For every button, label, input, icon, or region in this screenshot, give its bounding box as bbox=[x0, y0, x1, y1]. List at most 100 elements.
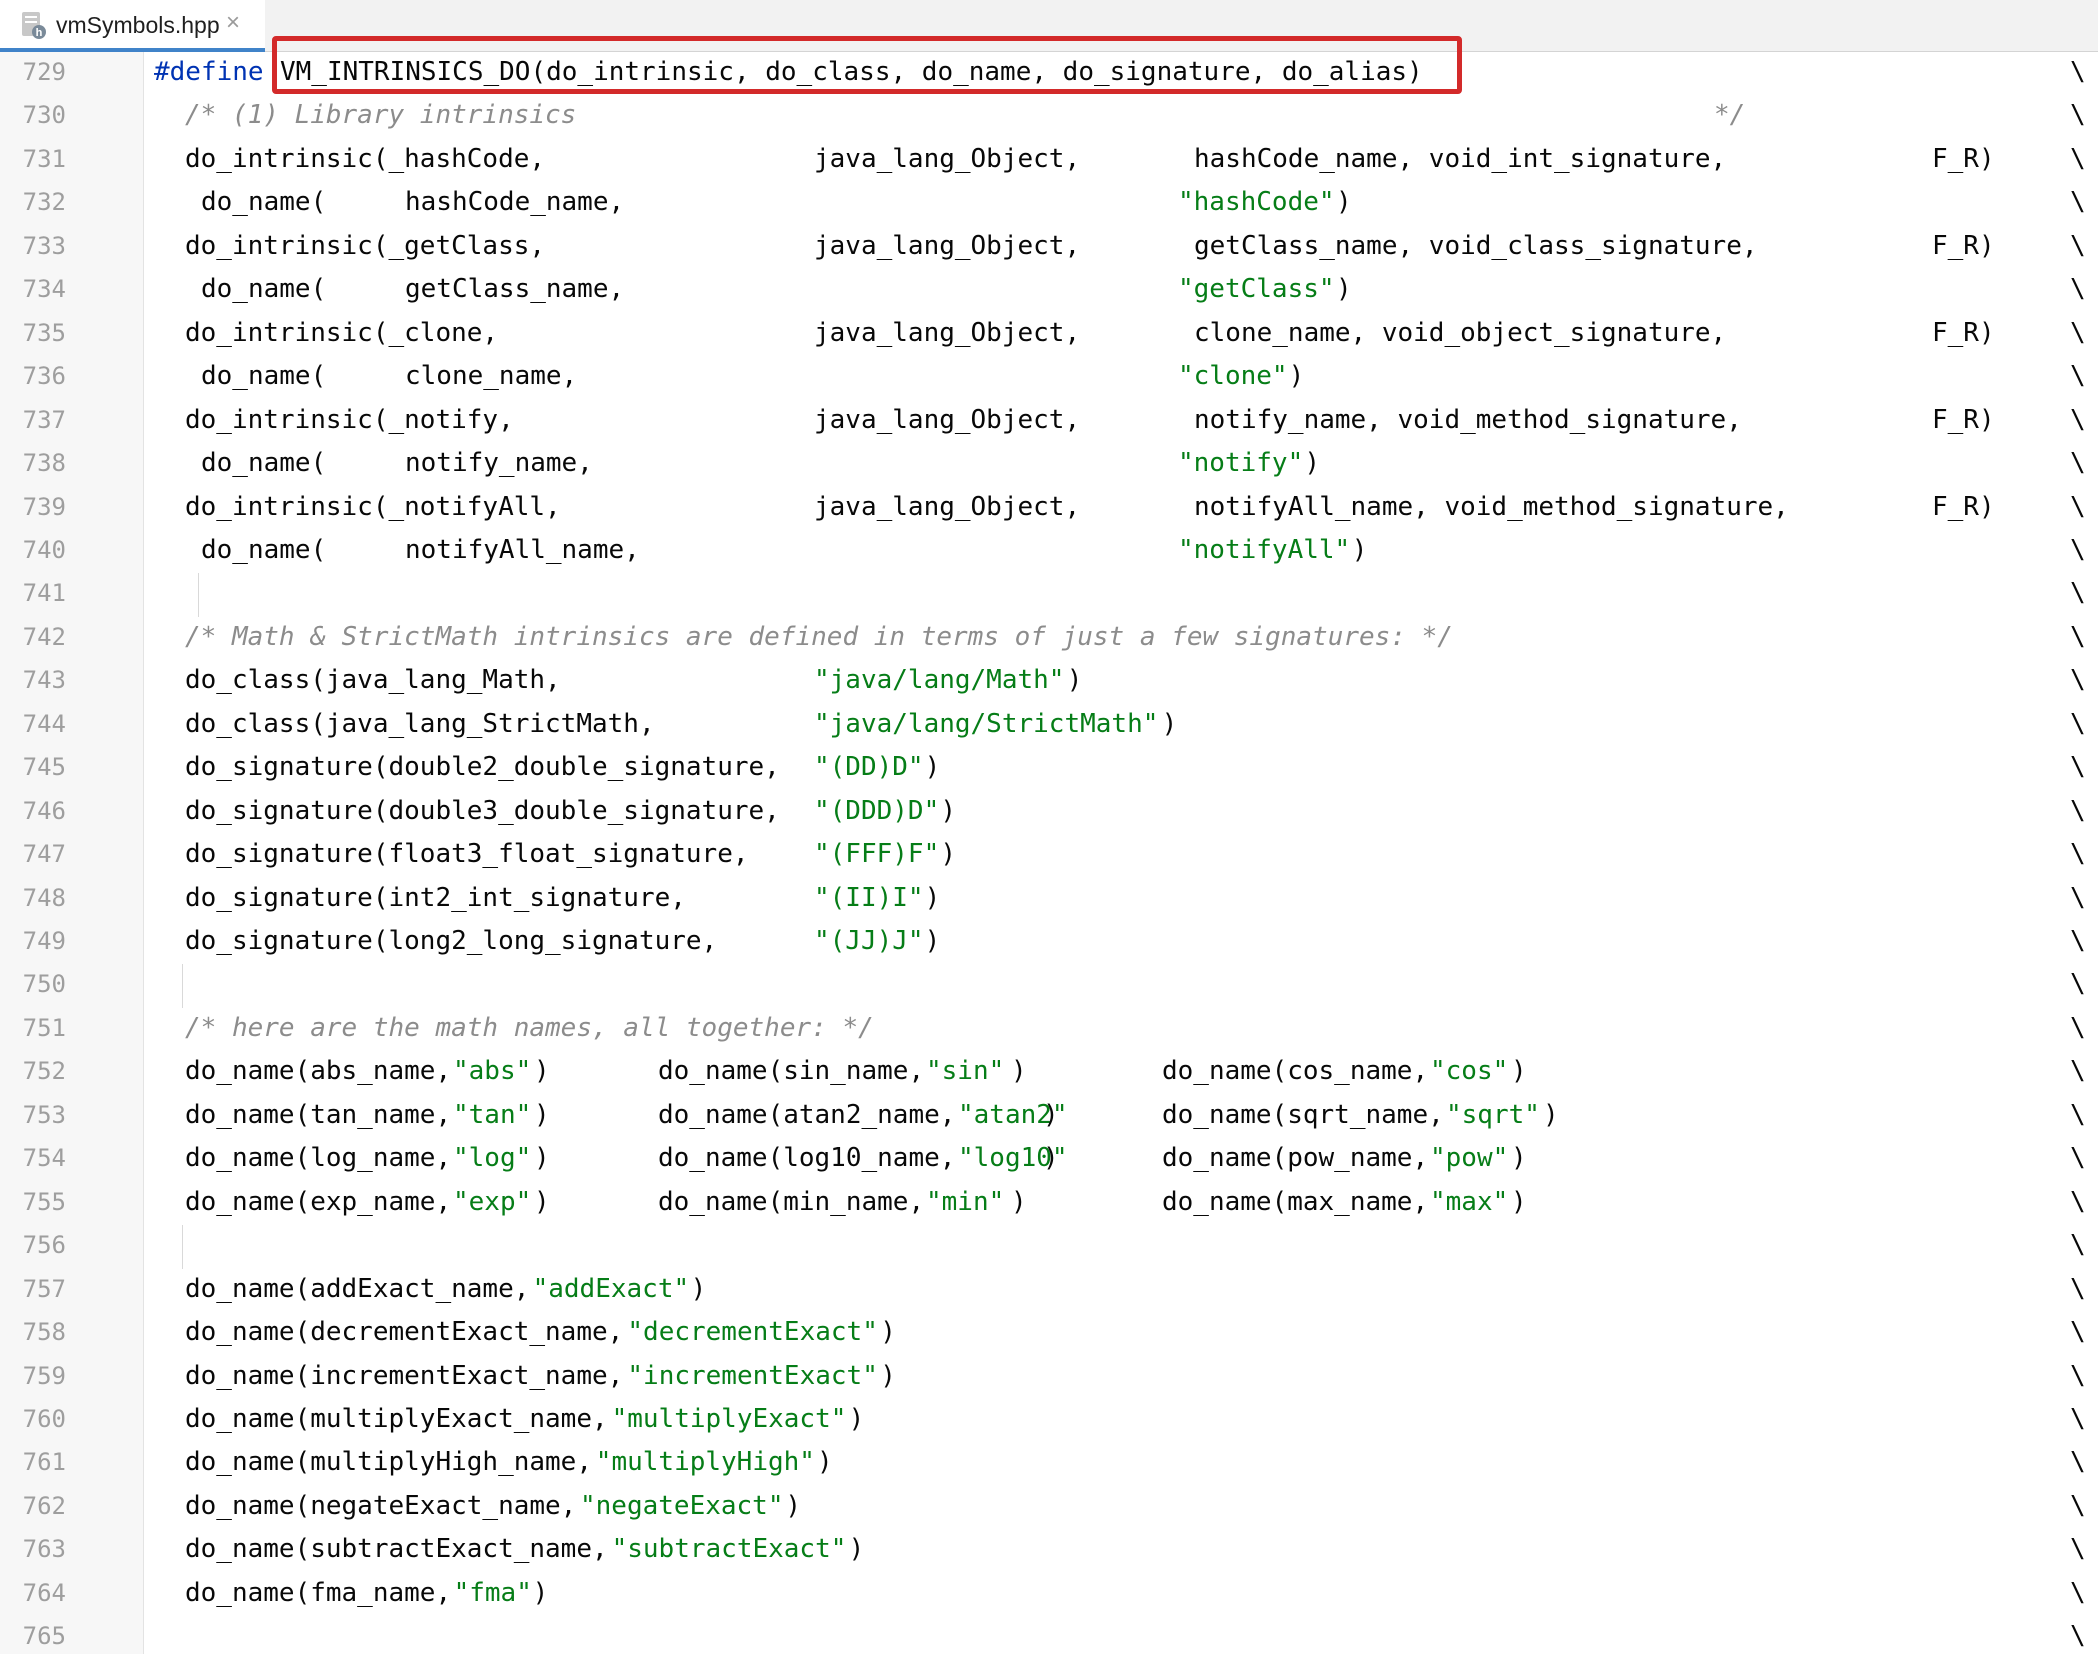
code-token: ) bbox=[1304, 448, 1321, 479]
code-line[interactable]: 747 do_signature(float3_float_signature, "… bbox=[0, 834, 2098, 878]
code-line[interactable]: 740 do_name(notifyAll_name, "notifyAll") \ bbox=[0, 530, 2098, 574]
code-line[interactable]: 736 do_name(clone_name, "clone") \ bbox=[0, 356, 2098, 400]
line-number[interactable]: 759 bbox=[0, 1362, 66, 1390]
code-line[interactable]: 760 do_name(multiplyExact_name, "multiplyE… bbox=[0, 1399, 2098, 1443]
line-number[interactable]: 762 bbox=[0, 1492, 66, 1520]
code-line[interactable]: 752 do_name(abs_name, "abs") do_name(sin_na… bbox=[0, 1051, 2098, 1095]
code-line[interactable]: 735 do_intrinsic(_clone, java_lang_Object,… bbox=[0, 313, 2098, 357]
line-number[interactable]: 732 bbox=[0, 188, 66, 216]
editor-window: h vmSymbols.hpp × 729 #define VM_INTRINSIC… bbox=[0, 0, 2098, 1654]
code-line[interactable]: 757 do_name(addExact_name, "addExact") \ bbox=[0, 1269, 2098, 1313]
code-line[interactable]: 738 do_name(notify_name, "notify") \ bbox=[0, 443, 2098, 487]
line-number[interactable]: 753 bbox=[0, 1101, 66, 1129]
string-literal: "sin" bbox=[926, 1056, 1005, 1087]
code-line[interactable]: 746 do_signature(double3_double_signature… bbox=[0, 791, 2098, 835]
indent-guide bbox=[198, 573, 199, 618]
code-token: ) bbox=[534, 1099, 550, 1130]
code-token: ) bbox=[785, 1490, 802, 1521]
code-line[interactable]: 751 /* here are the math names, all toget… bbox=[0, 1008, 2098, 1052]
line-continuation: \ bbox=[2070, 1534, 2086, 1565]
code-token: ) bbox=[848, 1534, 865, 1565]
line-number[interactable]: 741 bbox=[0, 579, 66, 607]
line-number[interactable]: 760 bbox=[0, 1405, 66, 1433]
line-number[interactable]: 758 bbox=[0, 1318, 66, 1346]
code-line[interactable]: 737 do_intrinsic(_notify, java_lang_Object… bbox=[0, 400, 2098, 444]
code-line[interactable]: 734 do_name(getClass_name, "getClass") \ bbox=[0, 269, 2098, 313]
close-icon[interactable]: × bbox=[226, 9, 240, 37]
string-literal: "fma" bbox=[453, 1577, 532, 1608]
line-continuation: \ bbox=[2070, 448, 2086, 479]
line-number[interactable]: 755 bbox=[0, 1188, 66, 1216]
line-number[interactable]: 745 bbox=[0, 753, 66, 781]
line-continuation: \ bbox=[2070, 969, 2086, 1000]
line-number[interactable]: 763 bbox=[0, 1535, 66, 1563]
line-number[interactable]: 737 bbox=[0, 406, 66, 434]
code-line[interactable]: 763 do_name(subtractExact_name, "subtractE… bbox=[0, 1529, 2098, 1573]
code-line[interactable]: 756 \ bbox=[0, 1225, 2098, 1270]
code-token: do_name(max_name, bbox=[1162, 1186, 1429, 1217]
line-number[interactable]: 746 bbox=[0, 797, 66, 825]
line-number[interactable]: 747 bbox=[0, 840, 66, 868]
line-number[interactable]: 743 bbox=[0, 666, 66, 694]
code-line[interactable]: 749 do_signature(long2_long_signature, "(J… bbox=[0, 921, 2098, 965]
line-number[interactable]: 744 bbox=[0, 710, 66, 738]
code-line[interactable]: 744 do_class(java_lang_StrictMath, "java/l… bbox=[0, 704, 2098, 748]
line-number[interactable]: 735 bbox=[0, 319, 66, 347]
code-line[interactable]: 742 /* Math & StrictMath intrinsics are d… bbox=[0, 617, 2098, 661]
code-line[interactable]: 741 \ bbox=[0, 573, 2098, 618]
code-line[interactable]: 730 /* (1) Library intrinsics */ \ bbox=[0, 95, 2098, 139]
code-line[interactable]: 739 do_intrinsic(_notifyAll, java_lang_Obj… bbox=[0, 487, 2098, 531]
line-number[interactable]: 749 bbox=[0, 927, 66, 955]
header-file-icon: h bbox=[20, 10, 48, 40]
code-editor[interactable]: 729 #define VM_INTRINSICS_DO(do_intrinsic,… bbox=[0, 52, 2098, 1654]
line-number[interactable]: 756 bbox=[0, 1231, 66, 1259]
code-line[interactable]: 743 do_class(java_lang_Math, "java/lang/Ma… bbox=[0, 660, 2098, 704]
line-number[interactable]: 734 bbox=[0, 275, 66, 303]
code-line[interactable]: 748 do_signature(int2_int_signature, "(II)… bbox=[0, 878, 2098, 922]
line-number[interactable]: 731 bbox=[0, 145, 66, 173]
code-line[interactable]: 765 \ bbox=[0, 1616, 2098, 1654]
line-number[interactable]: 754 bbox=[0, 1144, 66, 1172]
code-line[interactable]: 750 \ bbox=[0, 964, 2098, 1009]
code-token: do_signature(int2_int_signature, bbox=[185, 882, 686, 913]
line-number[interactable]: 738 bbox=[0, 449, 66, 477]
code-line[interactable]: 732 do_name(hashCode_name, "hashCode") \ bbox=[0, 182, 2098, 226]
string-literal: "subtractExact" bbox=[611, 1534, 847, 1565]
code-token: ) bbox=[924, 882, 941, 913]
code-line[interactable]: 754 do_name(log_name, "log") do_name(log10_… bbox=[0, 1138, 2098, 1182]
line-number[interactable]: 748 bbox=[0, 884, 66, 912]
code-line[interactable]: 733 do_intrinsic(_getClass, java_lang_Obje… bbox=[0, 226, 2098, 270]
line-number[interactable]: 765 bbox=[0, 1622, 66, 1650]
line-number[interactable]: 761 bbox=[0, 1448, 66, 1476]
code-line[interactable]: 755 do_name(exp_name, "exp") do_name(min_na… bbox=[0, 1182, 2098, 1226]
code-token: ) bbox=[534, 1186, 550, 1217]
line-number[interactable]: 740 bbox=[0, 536, 66, 564]
line-continuation: \ bbox=[2070, 100, 2086, 131]
line-number[interactable]: 742 bbox=[0, 623, 66, 651]
line-number[interactable]: 733 bbox=[0, 232, 66, 260]
code-line[interactable]: 753 do_name(tan_name, "tan") do_name(atan2_… bbox=[0, 1095, 2098, 1139]
tab-vmsymbols[interactable]: h vmSymbols.hpp × bbox=[0, 0, 265, 52]
code-line[interactable]: 761 do_name(multiplyHigh_name, "multiplyHi… bbox=[0, 1442, 2098, 1486]
line-number[interactable]: 729 bbox=[0, 58, 66, 86]
line-number[interactable]: 764 bbox=[0, 1579, 66, 1607]
code-line[interactable]: 764 do_name(fma_name, "fma") \ bbox=[0, 1573, 2098, 1617]
code-line[interactable]: 759 do_name(incrementExact_name, "incremen… bbox=[0, 1356, 2098, 1400]
line-continuation: \ bbox=[2070, 926, 2086, 956]
line-number[interactable]: 751 bbox=[0, 1014, 66, 1042]
line-number[interactable]: 750 bbox=[0, 970, 66, 998]
code-token: ) bbox=[1336, 187, 1352, 218]
line-continuation: \ bbox=[2070, 1056, 2086, 1087]
line-number[interactable]: 730 bbox=[0, 101, 66, 129]
code-line[interactable]: 731 do_intrinsic(_hashCode, java_lang_Obje… bbox=[0, 139, 2098, 183]
code-line[interactable]: 762 do_name(negateExact_name, "negateExact… bbox=[0, 1486, 2098, 1530]
line-number[interactable]: 739 bbox=[0, 493, 66, 521]
code-line[interactable]: 745 do_signature(double2_double_signature… bbox=[0, 747, 2098, 791]
code-line[interactable]: 758 do_name(decrementExact_name, "decremen… bbox=[0, 1312, 2098, 1356]
line-number[interactable]: 736 bbox=[0, 362, 66, 390]
code-token: getClass_name, bbox=[405, 274, 625, 305]
line-number[interactable]: 752 bbox=[0, 1057, 66, 1085]
code-token: do_intrinsic(_notifyAll, bbox=[185, 491, 561, 522]
line-number[interactable]: 757 bbox=[0, 1275, 66, 1303]
line-continuation: \ bbox=[2070, 1099, 2086, 1130]
